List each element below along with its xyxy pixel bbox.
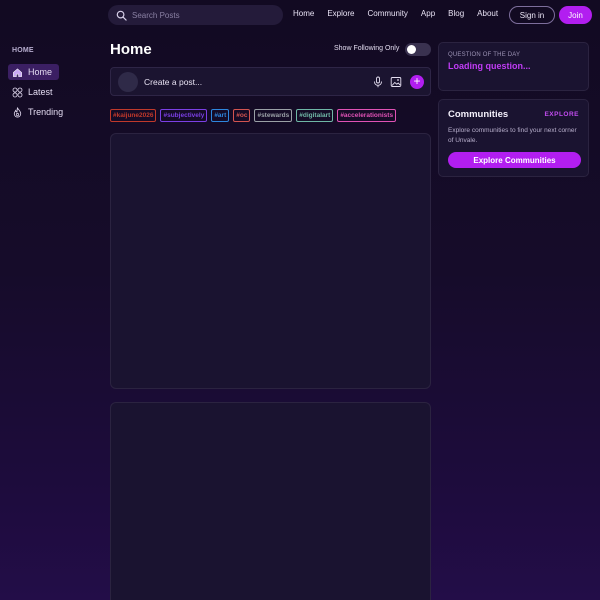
- question-of-the-day-panel: QUESTION OF THE DAY Loading question...: [438, 42, 589, 91]
- communities-panel: Communities EXPLORE Explore communities …: [438, 99, 589, 177]
- sidebar-item-label: Trending: [28, 107, 64, 117]
- nav-link-explore[interactable]: Explore: [327, 9, 354, 18]
- tag-chip[interactable]: #kaijune2026: [110, 109, 157, 122]
- join-button[interactable]: Join: [559, 6, 592, 24]
- post-card[interactable]: [110, 402, 431, 600]
- sidebar-item-latest[interactable]: Latest: [8, 84, 59, 100]
- nav-link-home[interactable]: Home: [293, 9, 314, 18]
- qotd-text: Loading question...: [448, 61, 531, 71]
- sidebar-item-home[interactable]: Home: [8, 64, 59, 80]
- search-box[interactable]: [108, 5, 283, 25]
- search-input[interactable]: [132, 10, 272, 20]
- sidebar-heading: HOME: [12, 47, 34, 54]
- tag-chip[interactable]: #stewards: [254, 109, 293, 122]
- top-navbar: Home Explore Community App Blog About Si…: [0, 0, 600, 30]
- post-card[interactable]: [110, 133, 431, 389]
- nav-link-blog[interactable]: Blog: [448, 9, 464, 18]
- explore-communities-button[interactable]: Explore Communities: [448, 152, 581, 168]
- communities-description: Explore communities to find your next co…: [448, 127, 577, 144]
- toggle-knob: [407, 45, 416, 54]
- post-composer[interactable]: Create a post... +: [110, 67, 431, 96]
- microphone-icon[interactable]: [372, 76, 384, 88]
- tag-chip[interactable]: #art: [211, 109, 230, 122]
- tag-chip[interactable]: #oc: [233, 109, 251, 122]
- show-following-toggle[interactable]: [405, 43, 431, 56]
- tag-chip[interactable]: #digitalart: [296, 109, 334, 122]
- nav-links: Home Explore Community App Blog About: [293, 9, 511, 18]
- qotd-label: QUESTION OF THE DAY: [448, 52, 521, 58]
- composer-placeholder[interactable]: Create a post...: [144, 77, 202, 87]
- sidebar-item-trending[interactable]: Trending: [8, 104, 63, 120]
- sidebar-item-label: Latest: [28, 87, 53, 97]
- add-post-button[interactable]: +: [410, 75, 424, 89]
- grid-icon: [12, 87, 23, 97]
- sign-in-button[interactable]: Sign in: [509, 6, 555, 24]
- tag-chip[interactable]: #accelerationists: [337, 109, 397, 122]
- show-following-label: Show Following Only: [334, 45, 400, 52]
- nav-link-about[interactable]: About: [477, 9, 498, 18]
- communities-title: Communities: [448, 109, 509, 120]
- tag-list: #kaijune2026 #subjectively #art #oc #ste…: [110, 109, 400, 122]
- nav-link-community[interactable]: Community: [367, 9, 407, 18]
- nav-link-app[interactable]: App: [421, 9, 435, 18]
- home-icon: [13, 67, 22, 77]
- flame-icon: [13, 106, 22, 117]
- communities-explore-link[interactable]: EXPLORE: [544, 111, 579, 118]
- avatar: [118, 72, 138, 92]
- image-icon[interactable]: [390, 76, 402, 88]
- sidebar-item-label: Home: [28, 67, 53, 77]
- search-icon: [116, 10, 127, 21]
- tag-chip[interactable]: #subjectively: [160, 109, 208, 122]
- page-title: Home: [110, 41, 152, 58]
